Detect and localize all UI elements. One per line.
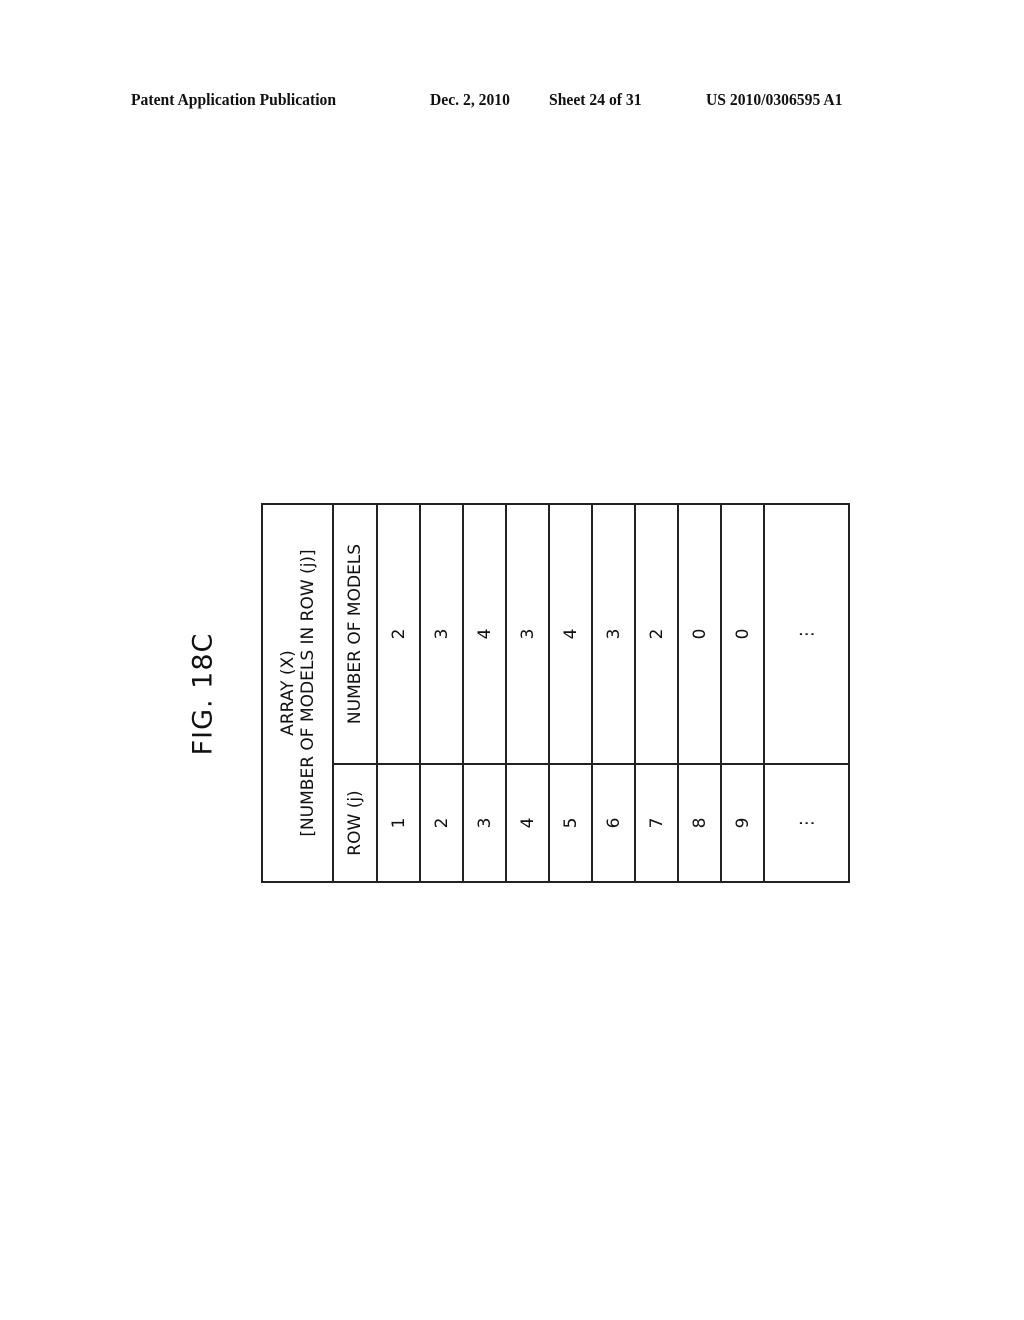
models-count-cell: 3 <box>420 503 463 764</box>
row-index-cell: 1 <box>377 764 420 882</box>
row-index-cell: 9 <box>721 764 764 882</box>
array-table-container: ARRAY (X) [NUMBER OF MODELS IN ROW (j)] … <box>261 503 849 883</box>
publication-label: Patent Application Publication <box>131 90 337 109</box>
table-row: 1 2 <box>377 503 420 882</box>
column-header-row: ROW (j) <box>333 764 377 882</box>
table-title-line2: [NUMBER OF MODELS IN ROW (j)] <box>297 549 318 837</box>
row-index-cell: 3 <box>463 764 506 882</box>
table-title-line1: ARRAY (X) <box>277 650 298 736</box>
column-header-models: NUMBER OF MODELS <box>333 503 377 764</box>
row-index-cell: 7 <box>635 764 678 882</box>
table-row: 5 4 <box>549 503 592 882</box>
models-count-cell: 4 <box>463 503 506 764</box>
table-row: 4 3 <box>506 503 549 882</box>
models-count-cell: 0 <box>678 503 721 764</box>
table-row-ellipsis: ⋮ ⋮ <box>764 503 849 882</box>
table-row: 9 0 <box>721 503 764 882</box>
row-index-cell: 2 <box>420 764 463 882</box>
models-count-cell: 0 <box>721 503 764 764</box>
row-index-ellipsis: ⋮ <box>764 764 849 882</box>
sheet-number: Sheet 24 of 31 <box>549 90 642 109</box>
array-table: ARRAY (X) [NUMBER OF MODELS IN ROW (j)] … <box>261 503 850 883</box>
table-title: ARRAY (X) [NUMBER OF MODELS IN ROW (j)] <box>262 503 333 882</box>
models-count-ellipsis: ⋮ <box>764 503 849 764</box>
publication-date: Dec. 2, 2010 <box>430 90 510 109</box>
table-row: 8 0 <box>678 503 721 882</box>
models-count-cell: 3 <box>506 503 549 764</box>
table-row: 2 3 <box>420 503 463 882</box>
models-count-cell: 2 <box>377 503 420 764</box>
row-index-cell: 8 <box>678 764 721 882</box>
row-index-cell: 4 <box>506 764 549 882</box>
table-row: 6 3 <box>592 503 635 882</box>
models-count-cell: 3 <box>592 503 635 764</box>
table-row: 3 4 <box>463 503 506 882</box>
models-count-cell: 2 <box>635 503 678 764</box>
models-count-cell: 4 <box>549 503 592 764</box>
patent-number: US 2010/0306595 A1 <box>706 90 843 109</box>
row-index-cell: 6 <box>592 764 635 882</box>
row-index-cell: 5 <box>549 764 592 882</box>
table-row: 7 2 <box>635 503 678 882</box>
figure-title: FIG. 18C <box>187 632 219 756</box>
